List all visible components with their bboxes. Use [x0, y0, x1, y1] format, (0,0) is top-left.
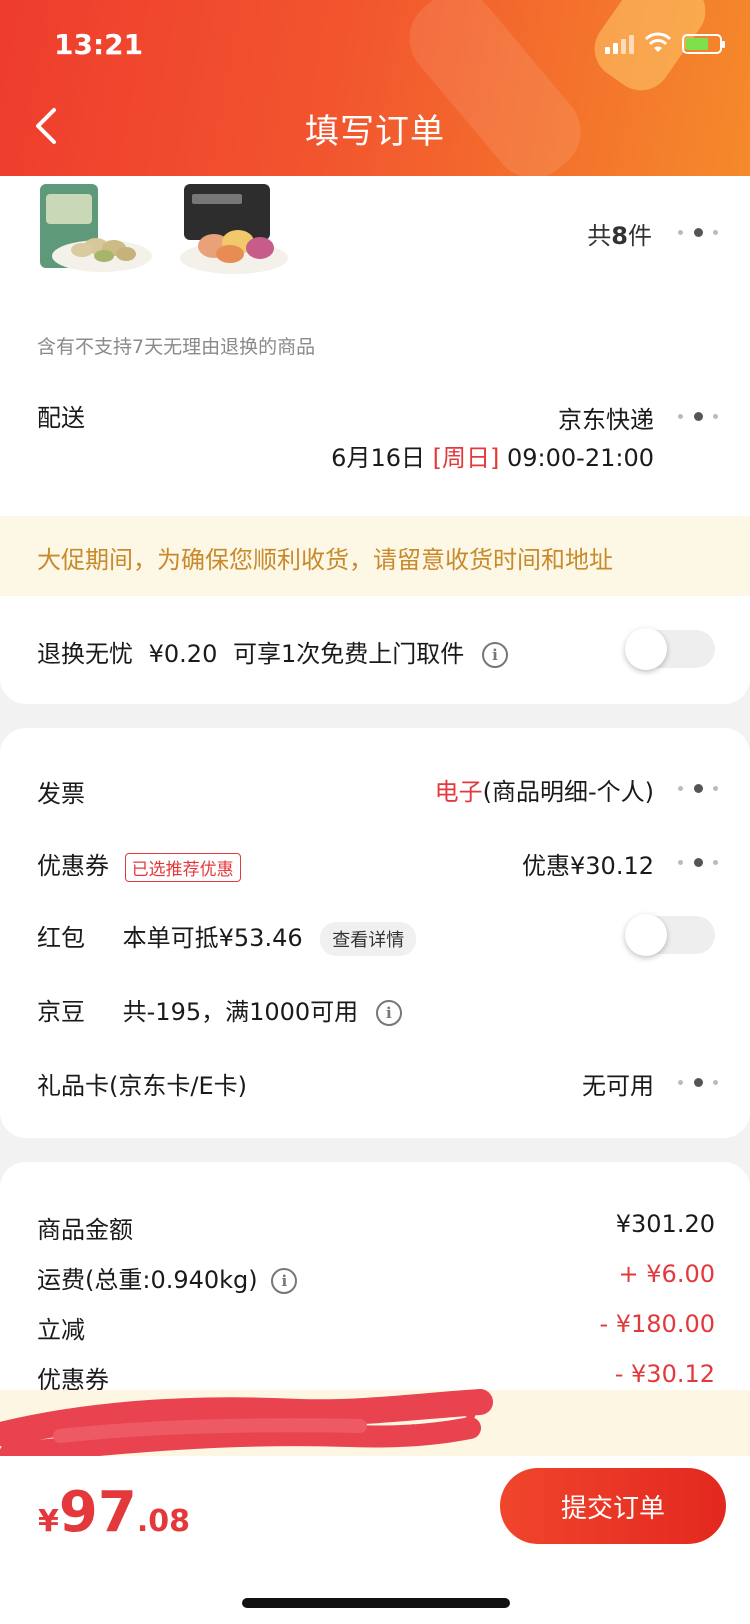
- goods-amount-label: 商品金额: [37, 1216, 133, 1244]
- red-packet-toggle[interactable]: [625, 914, 715, 956]
- no-return-notice: 含有不支持7天无理由退换的商品: [37, 336, 316, 358]
- gift-card-label: 礼品卡(京东卡/E卡): [37, 1072, 247, 1100]
- return-service-price: ¥0.20: [148, 640, 218, 668]
- instant-discount-label: 立减: [37, 1316, 85, 1344]
- instant-discount-value: - ¥180.00: [599, 1310, 715, 1338]
- signal-icon: [605, 34, 634, 54]
- more-dots-icon[interactable]: [678, 856, 718, 868]
- red-packet-desc: 本单可抵¥53.46: [122, 924, 303, 952]
- promo-banner: 大促期间，为确保您顺利收货，请留意收货时间和地址: [0, 516, 750, 596]
- jingdou-row: 京豆 共-195，满1000可用 i: [37, 992, 402, 1027]
- submit-order-button[interactable]: 提交订单: [500, 1468, 726, 1544]
- return-service-desc: 可享1次免费上门取件: [233, 640, 465, 668]
- coupon-value[interactable]: 优惠¥30.12: [522, 846, 654, 881]
- recommended-coupon-tag: 已选推荐优惠: [124, 852, 241, 882]
- status-icons: [605, 32, 725, 54]
- info-icon[interactable]: i: [481, 642, 508, 668]
- gift-card-value[interactable]: 无可用: [582, 1066, 654, 1101]
- return-service-row: 退换无忧 ¥0.20 可享1次免费上门取件 i: [37, 634, 508, 669]
- invoice-label: 发票: [37, 780, 85, 808]
- more-dots-icon[interactable]: [678, 782, 718, 794]
- view-details-button[interactable]: 查看详情: [320, 922, 417, 956]
- total-price: ¥97.08: [38, 1480, 190, 1545]
- coupon-label: 优惠券: [37, 852, 109, 880]
- home-indicator[interactable]: [242, 1598, 510, 1608]
- coupon-row: 优惠券 已选推荐优惠: [37, 846, 241, 882]
- more-dots-icon[interactable]: [678, 1076, 718, 1088]
- item-count[interactable]: 共8件: [587, 216, 652, 251]
- battery-icon: [682, 34, 725, 54]
- info-icon[interactable]: i: [375, 1000, 402, 1026]
- red-packet-label: 红包: [37, 924, 85, 952]
- more-dots-icon[interactable]: [678, 226, 718, 238]
- page-title: 填写订单: [305, 112, 445, 152]
- freight-value: + ¥6.00: [618, 1260, 715, 1288]
- more-dots-icon[interactable]: [678, 410, 718, 422]
- return-service-label: 退换无忧: [37, 640, 133, 668]
- freight-row: 运费(总重:0.940kg) i: [37, 1260, 298, 1295]
- delivery-time[interactable]: 6月16日 [周日] 09:00-21:00: [331, 438, 654, 473]
- red-packet-row: 红包 本单可抵¥53.46 查看详情: [37, 918, 417, 956]
- pistachio-product-image[interactable]: [34, 184, 152, 280]
- return-service-toggle[interactable]: [625, 628, 715, 670]
- goods-amount-value: ¥301.20: [615, 1210, 715, 1238]
- coupon-discount-value: - ¥30.12: [614, 1360, 715, 1388]
- jingdou-desc: 共-195，满1000可用: [122, 998, 359, 1026]
- vegetable-chips-product-image[interactable]: [174, 184, 292, 280]
- jingdou-label: 京豆: [37, 998, 85, 1026]
- wifi-icon: [644, 32, 672, 52]
- header-bar: 13:21 填写订单: [0, 0, 750, 176]
- delivery-carrier[interactable]: 京东快递: [558, 400, 654, 435]
- delivery-label: 配送: [37, 404, 85, 432]
- promo-banner-text: 大促期间，为确保您顺利收货，请留意收货时间和地址: [37, 546, 613, 574]
- invoice-value[interactable]: 电子(商品明细-个人): [435, 772, 654, 807]
- status-time: 13:21: [54, 28, 144, 61]
- freight-label: 运费(总重:0.940kg): [37, 1266, 258, 1294]
- info-icon[interactable]: i: [271, 1268, 298, 1294]
